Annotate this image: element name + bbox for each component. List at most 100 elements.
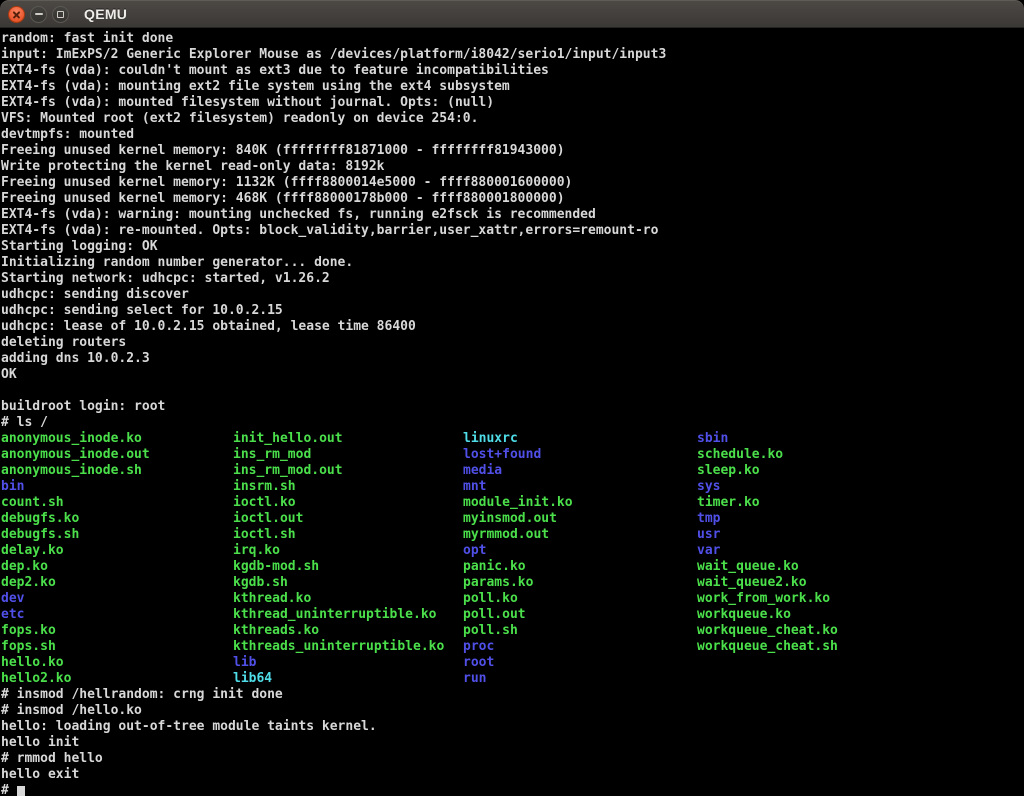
- file-entry: poll.ko: [463, 591, 697, 607]
- minimize-icon: [35, 13, 43, 15]
- shell-prompt: #: [1, 783, 17, 796]
- terminal-line: EXT4-fs (vda): warning: mounting uncheck…: [1, 207, 1024, 223]
- terminal-line: udhcpc: sending discover: [1, 287, 1024, 303]
- terminal-line: # insmod /hellrandom: crng init done: [1, 687, 1024, 703]
- file-entry: init_hello.out: [233, 431, 463, 447]
- file-entry: ioctl.sh: [233, 527, 463, 543]
- terminal-line: # rmmod hello: [1, 751, 1024, 767]
- file-entry: lib64: [233, 671, 463, 687]
- terminal-line: hello exit: [1, 767, 1024, 783]
- file-entry: kgdb-mod.sh: [233, 559, 463, 575]
- file-entry: kthreads_uninterruptible.ko: [233, 639, 463, 655]
- maximize-button[interactable]: [52, 6, 69, 23]
- file-entry: wait_queue.ko: [697, 559, 1024, 575]
- file-entry: anonymous_inode.sh: [1, 463, 233, 479]
- file-entry: ins_rm_mod.out: [233, 463, 463, 479]
- file-entry: hello.ko: [1, 655, 233, 671]
- terminal-line: Freeing unused kernel memory: 1132K (fff…: [1, 175, 1024, 191]
- file-entry: sbin: [697, 431, 1024, 447]
- file-entry: anonymous_inode.out: [1, 447, 233, 463]
- file-entry: ioctl.ko: [233, 495, 463, 511]
- file-entry: module_init.ko: [463, 495, 697, 511]
- terminal-line: EXT4-fs (vda): couldn't mount as ext3 du…: [1, 63, 1024, 79]
- window-controls: [8, 6, 69, 23]
- file-entry: bin: [1, 479, 233, 495]
- file-entry: insrm.sh: [233, 479, 463, 495]
- terminal-line: input: ImExPS/2 Generic Explorer Mouse a…: [1, 47, 1024, 63]
- terminal-line: Freeing unused kernel memory: 468K (ffff…: [1, 191, 1024, 207]
- file-entry: linuxrc: [463, 431, 697, 447]
- file-entry: debugfs.sh: [1, 527, 233, 543]
- file-entry: lost+found: [463, 447, 697, 463]
- file-entry: kgdb.sh: [233, 575, 463, 591]
- terminal-line: Write protecting the kernel read-only da…: [1, 159, 1024, 175]
- file-entry: panic.ko: [463, 559, 697, 575]
- file-entry: irq.ko: [233, 543, 463, 559]
- file-entry: poll.out: [463, 607, 697, 623]
- file-entry: var: [697, 543, 1024, 559]
- maximize-icon: [57, 11, 64, 18]
- terminal-line: hello init: [1, 735, 1024, 751]
- file-entry: usr: [697, 527, 1024, 543]
- boot-log: random: fast init doneinput: ImExPS/2 Ge…: [1, 31, 1024, 431]
- terminal-line: # insmod /hello.ko: [1, 703, 1024, 719]
- terminal-line: # ls /: [1, 415, 1024, 431]
- shell-output: # insmod /hellrandom: crng init done# in…: [1, 687, 1024, 783]
- file-listing: anonymous_inode.koanonymous_inode.outano…: [1, 431, 1024, 687]
- file-entry: opt: [463, 543, 697, 559]
- minimize-button[interactable]: [30, 6, 47, 23]
- file-entry: kthreads.ko: [233, 623, 463, 639]
- close-icon: [12, 10, 21, 19]
- terminal-line: VFS: Mounted root (ext2 filesystem) read…: [1, 111, 1024, 127]
- file-entry: delay.ko: [1, 543, 233, 559]
- terminal-line: udhcpc: sending select for 10.0.2.15: [1, 303, 1024, 319]
- titlebar: QEMU: [0, 0, 1024, 28]
- file-entry: myrmmod.out: [463, 527, 697, 543]
- file-entry: tmp: [697, 511, 1024, 527]
- terminal-line: Freeing unused kernel memory: 840K (ffff…: [1, 143, 1024, 159]
- file-entry: sys: [697, 479, 1024, 495]
- file-entry: mnt: [463, 479, 697, 495]
- close-button[interactable]: [8, 6, 25, 23]
- terminal-line: buildroot login: root: [1, 399, 1024, 415]
- file-entry: poll.sh: [463, 623, 697, 639]
- file-entry: dep2.ko: [1, 575, 233, 591]
- file-entry: root: [463, 655, 697, 671]
- file-entry: media: [463, 463, 697, 479]
- terminal-line: hello: loading out-of-tree module taints…: [1, 719, 1024, 735]
- terminal-line: OK: [1, 367, 1024, 383]
- file-entry: sleep.ko: [697, 463, 1024, 479]
- file-entry: dev: [1, 591, 233, 607]
- file-entry: anonymous_inode.ko: [1, 431, 233, 447]
- terminal-line: Starting network: udhcpc: started, v1.26…: [1, 271, 1024, 287]
- terminal-line: EXT4-fs (vda): mounting ext2 file system…: [1, 79, 1024, 95]
- prompt-line: #: [1, 783, 1024, 796]
- file-entry: proc: [463, 639, 697, 655]
- file-entry: run: [463, 671, 697, 687]
- file-entry: ioctl.out: [233, 511, 463, 527]
- file-entry: hello2.ko: [1, 671, 233, 687]
- qemu-window: QEMU random: fast init doneinput: ImExPS…: [0, 0, 1024, 796]
- terminal-line: random: fast init done: [1, 31, 1024, 47]
- file-entry: kthread.ko: [233, 591, 463, 607]
- terminal-line: Initializing random number generator... …: [1, 255, 1024, 271]
- terminal-line: devtmpfs: mounted: [1, 127, 1024, 143]
- file-entry: kthread_uninterruptible.ko: [233, 607, 463, 623]
- file-entry: fops.sh: [1, 639, 233, 655]
- file-entry: lib: [233, 655, 463, 671]
- file-entry: workqueue_cheat.sh: [697, 639, 1024, 655]
- file-entry: dep.ko: [1, 559, 233, 575]
- file-entry: params.ko: [463, 575, 697, 591]
- file-entry: fops.ko: [1, 623, 233, 639]
- file-entry: timer.ko: [697, 495, 1024, 511]
- terminal-screen[interactable]: random: fast init doneinput: ImExPS/2 Ge…: [0, 28, 1024, 796]
- terminal-line: adding dns 10.0.2.3: [1, 351, 1024, 367]
- terminal-line: EXT4-fs (vda): re-mounted. Opts: block_v…: [1, 223, 1024, 239]
- terminal-line: udhcpc: lease of 10.0.2.15 obtained, lea…: [1, 319, 1024, 335]
- window-title: QEMU: [84, 6, 127, 22]
- file-entry: myinsmod.out: [463, 511, 697, 527]
- terminal-line: deleting routers: [1, 335, 1024, 351]
- file-entry: wait_queue2.ko: [697, 575, 1024, 591]
- file-entry: debugfs.ko: [1, 511, 233, 527]
- file-entry: work_from_work.ko: [697, 591, 1024, 607]
